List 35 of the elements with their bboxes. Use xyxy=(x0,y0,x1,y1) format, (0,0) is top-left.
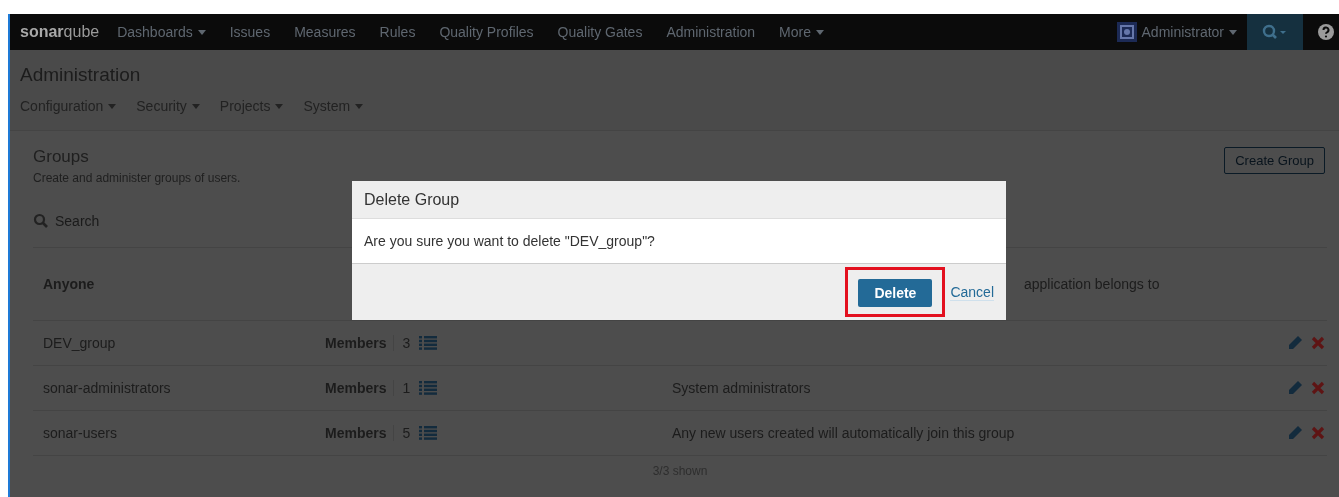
help-icon[interactable] xyxy=(1317,23,1335,41)
list-icon[interactable] xyxy=(419,381,438,395)
delete-icon[interactable] xyxy=(1311,426,1325,440)
pencil-icon[interactable] xyxy=(1287,380,1303,396)
nav-link[interactable]: Quality Profiles xyxy=(439,24,534,40)
nav-link[interactable]: Administration xyxy=(666,24,756,40)
pencil-icon[interactable] xyxy=(1287,335,1303,351)
caret-icon xyxy=(108,103,117,109)
caret-icon xyxy=(1229,29,1237,35)
cancel-link[interactable]: Cancel xyxy=(950,283,994,301)
user-menu[interactable]: Administrator xyxy=(1141,24,1237,40)
nav-link[interactable]: Dashboards xyxy=(117,24,206,40)
nav-link[interactable]: Issues xyxy=(229,24,271,40)
dialog-message: Are you sure you want to delete "DEV_group"? xyxy=(364,233,655,249)
delete-icon[interactable] xyxy=(1311,381,1325,395)
caret-icon xyxy=(355,103,364,109)
caret-icon xyxy=(275,103,284,109)
list-icon[interactable] xyxy=(419,426,438,440)
create-group-button[interactable]: Create Group xyxy=(1224,147,1325,174)
delete-button[interactable]: Delete xyxy=(858,279,933,307)
pencil-icon[interactable] xyxy=(1287,425,1303,441)
nav-link[interactable]: Measures xyxy=(294,24,356,40)
caret-icon xyxy=(197,29,206,35)
nav-link[interactable]: More xyxy=(779,24,824,40)
list-icon[interactable] xyxy=(419,336,438,350)
search-icon xyxy=(1262,24,1288,40)
nav-link[interactable]: Rules xyxy=(379,24,416,40)
delete-icon[interactable] xyxy=(1311,336,1325,350)
sonarqube-logo[interactable]: sonarqube xyxy=(20,23,100,41)
caret-icon xyxy=(816,29,824,35)
caret-icon xyxy=(191,103,200,109)
avatar-icon xyxy=(1115,21,1138,43)
search-button[interactable] xyxy=(1247,14,1303,50)
search-icon xyxy=(33,213,49,229)
nav-link[interactable]: Quality Gates xyxy=(557,24,643,40)
